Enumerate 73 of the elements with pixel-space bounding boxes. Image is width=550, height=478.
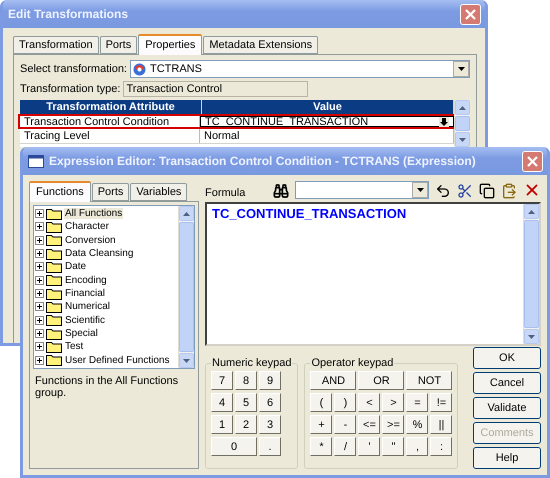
tab[interactable]: Transformation — [13, 36, 99, 54]
value-dropdown[interactable]: TC_CONTINUE_TRANSACTION — [200, 116, 454, 127]
keypad-key[interactable]: || — [430, 415, 452, 434]
tab[interactable]: Variables — [130, 183, 188, 201]
tree-item[interactable]: All Functions — [64, 208, 124, 220]
keypad-key[interactable]: 1 — [211, 415, 233, 434]
field-label: Select transformation: — [20, 63, 127, 75]
keypad-key[interactable]: / — [334, 437, 356, 456]
tab[interactable]: Metadata Extensions — [203, 36, 318, 54]
tree-item[interactable]: Scientific — [64, 314, 106, 326]
keypad-key[interactable]: % — [406, 415, 428, 434]
column-header: Transformation Attribute — [20, 100, 202, 114]
keypad-key[interactable]: , — [406, 437, 428, 456]
tree-item[interactable]: Numerical — [64, 301, 112, 312]
keypad-key[interactable]: 3 — [259, 415, 281, 434]
transformation-type-field: Transaction Control — [123, 81, 308, 97]
tree-item[interactable]: Conversion — [64, 234, 117, 246]
keypad-key[interactable]: 9 — [259, 371, 281, 390]
keypad-key[interactable]: < — [358, 393, 380, 412]
dialog-button[interactable]: OK — [473, 347, 541, 369]
table-row[interactable]: Tracing Level Normal — [20, 129, 454, 144]
tree-item[interactable]: User Defined Functions — [64, 354, 170, 366]
field-label: Transformation type: — [20, 83, 120, 95]
keypad-key[interactable]: 8 — [235, 371, 257, 390]
tab[interactable]: Functions — [29, 181, 91, 202]
keypad-key[interactable]: 4 — [211, 393, 233, 412]
keypad-key[interactable]: 0 — [211, 437, 257, 456]
keypad-key[interactable]: AND — [310, 371, 356, 390]
keypad-key[interactable]: * — [310, 437, 332, 456]
tree-item[interactable]: Test — [64, 341, 84, 352]
keypad-key[interactable]: ' — [358, 437, 380, 456]
keypad-key[interactable]: : — [430, 437, 452, 456]
keypad-key[interactable]: = — [406, 393, 428, 412]
keypad-key[interactable]: ) — [334, 393, 356, 412]
keypad-key[interactable]: > — [382, 393, 404, 412]
tree-item[interactable]: Encoding — [64, 274, 108, 286]
table-cell: Tracing Level — [20, 129, 200, 143]
tree-item[interactable]: Data Cleansing — [64, 248, 134, 260]
keypad-key[interactable]: " — [382, 437, 404, 456]
table-cell: Transaction Control Condition — [20, 116, 200, 127]
keypad-key[interactable]: + — [310, 415, 332, 434]
formula-label: Formula — [205, 187, 246, 199]
keypad-key[interactable]: - — [334, 415, 356, 434]
keypad-key[interactable]: . — [259, 437, 281, 456]
keypad-key[interactable]: != — [430, 393, 452, 412]
tree-item[interactable]: Special — [64, 328, 99, 340]
tab[interactable]: Ports — [92, 183, 130, 201]
formula-text: TC_CONTINUE_TRANSACTION — [211, 205, 408, 223]
window-title: Edit Transformations — [8, 7, 130, 21]
keypad-key[interactable]: <= — [358, 415, 380, 434]
formula-editor[interactable]: TC_CONTINUE_TRANSACTION — [205, 202, 541, 346]
keypad-key[interactable]: 6 — [259, 393, 281, 412]
keypad-key[interactable]: NOT — [406, 371, 452, 390]
transformation-dropdown[interactable]: TCTRANS — [130, 60, 470, 78]
tree-item[interactable]: Financial — [64, 288, 106, 300]
description-text: Functions in the All Functions group. — [35, 375, 180, 399]
keypad-key[interactable]: OR — [358, 371, 404, 390]
tab[interactable]: Ports — [100, 36, 138, 54]
keypad-key[interactable]: 7 — [211, 371, 233, 390]
keypad-key[interactable]: 2 — [235, 415, 257, 434]
tree-item[interactable]: Date — [64, 261, 88, 272]
dialog-button[interactable]: Cancel — [473, 372, 541, 394]
tree-item[interactable]: Character — [64, 221, 110, 232]
dialog-button[interactable]: Validate — [473, 397, 541, 419]
keypad-key[interactable]: >= — [382, 415, 404, 434]
table-row[interactable]: Transaction Control Condition TC_CONTINUE_TRANSACTION — [18, 114, 456, 129]
dialog-button[interactable]: Help — [473, 447, 541, 469]
keypad-key[interactable]: ( — [310, 393, 332, 412]
window-title: Expression Editor: Transaction Control Condition - TCTRANS (Expression) — [49, 154, 477, 168]
tab[interactable]: Properties — [138, 34, 202, 55]
keypad-key[interactable]: 5 — [235, 393, 257, 412]
group-title: Operator keypad — [310, 357, 394, 369]
group-title: Numeric keypad — [211, 357, 292, 369]
